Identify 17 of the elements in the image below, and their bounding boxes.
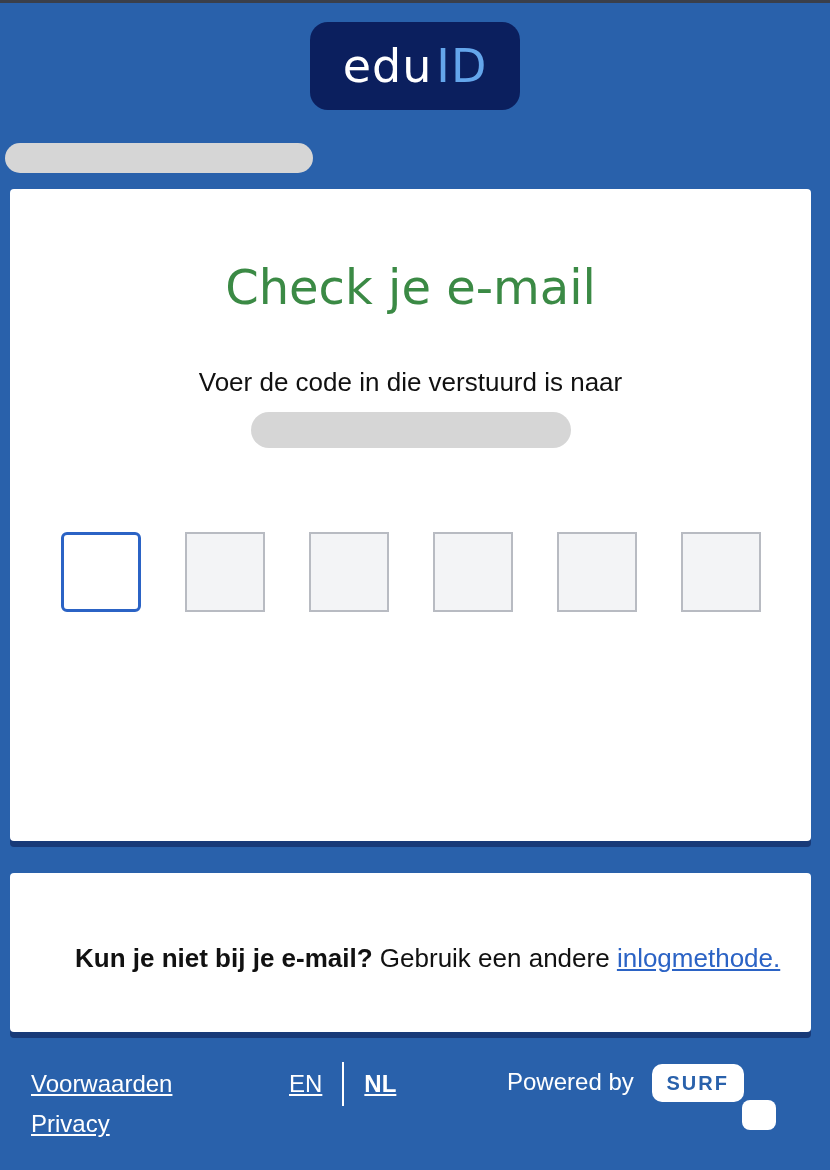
surf-logo: SURF (651, 1064, 778, 1130)
language-link[interactable]: NL (364, 1070, 397, 1098)
code-digit-field[interactable] (308, 532, 389, 612)
code-digit-field[interactable] (556, 532, 637, 612)
footer-link[interactable]: Voorwaarden (31, 1070, 289, 1098)
code-digit-field[interactable] (60, 532, 141, 612)
code-digit-field[interactable] (680, 532, 761, 612)
language-link[interactable]: EN (289, 1070, 323, 1098)
footer-link[interactable]: Privacy (31, 1110, 289, 1138)
code-digit-field[interactable] (184, 532, 265, 612)
help-text: Kun je niet bij je e-mail? Gebruik een andere inlogmethode. (75, 928, 781, 977)
instruction-text: Voer de code in die verstuurd is naar (198, 367, 623, 398)
logo: edu ID (310, 22, 520, 110)
powered-by-text: Powered by (507, 1068, 634, 1096)
code-digit-field[interactable] (432, 532, 513, 612)
page-title: Check je e-mail (225, 259, 596, 315)
login-method-link[interactable]: inlogmethode. (616, 938, 781, 977)
